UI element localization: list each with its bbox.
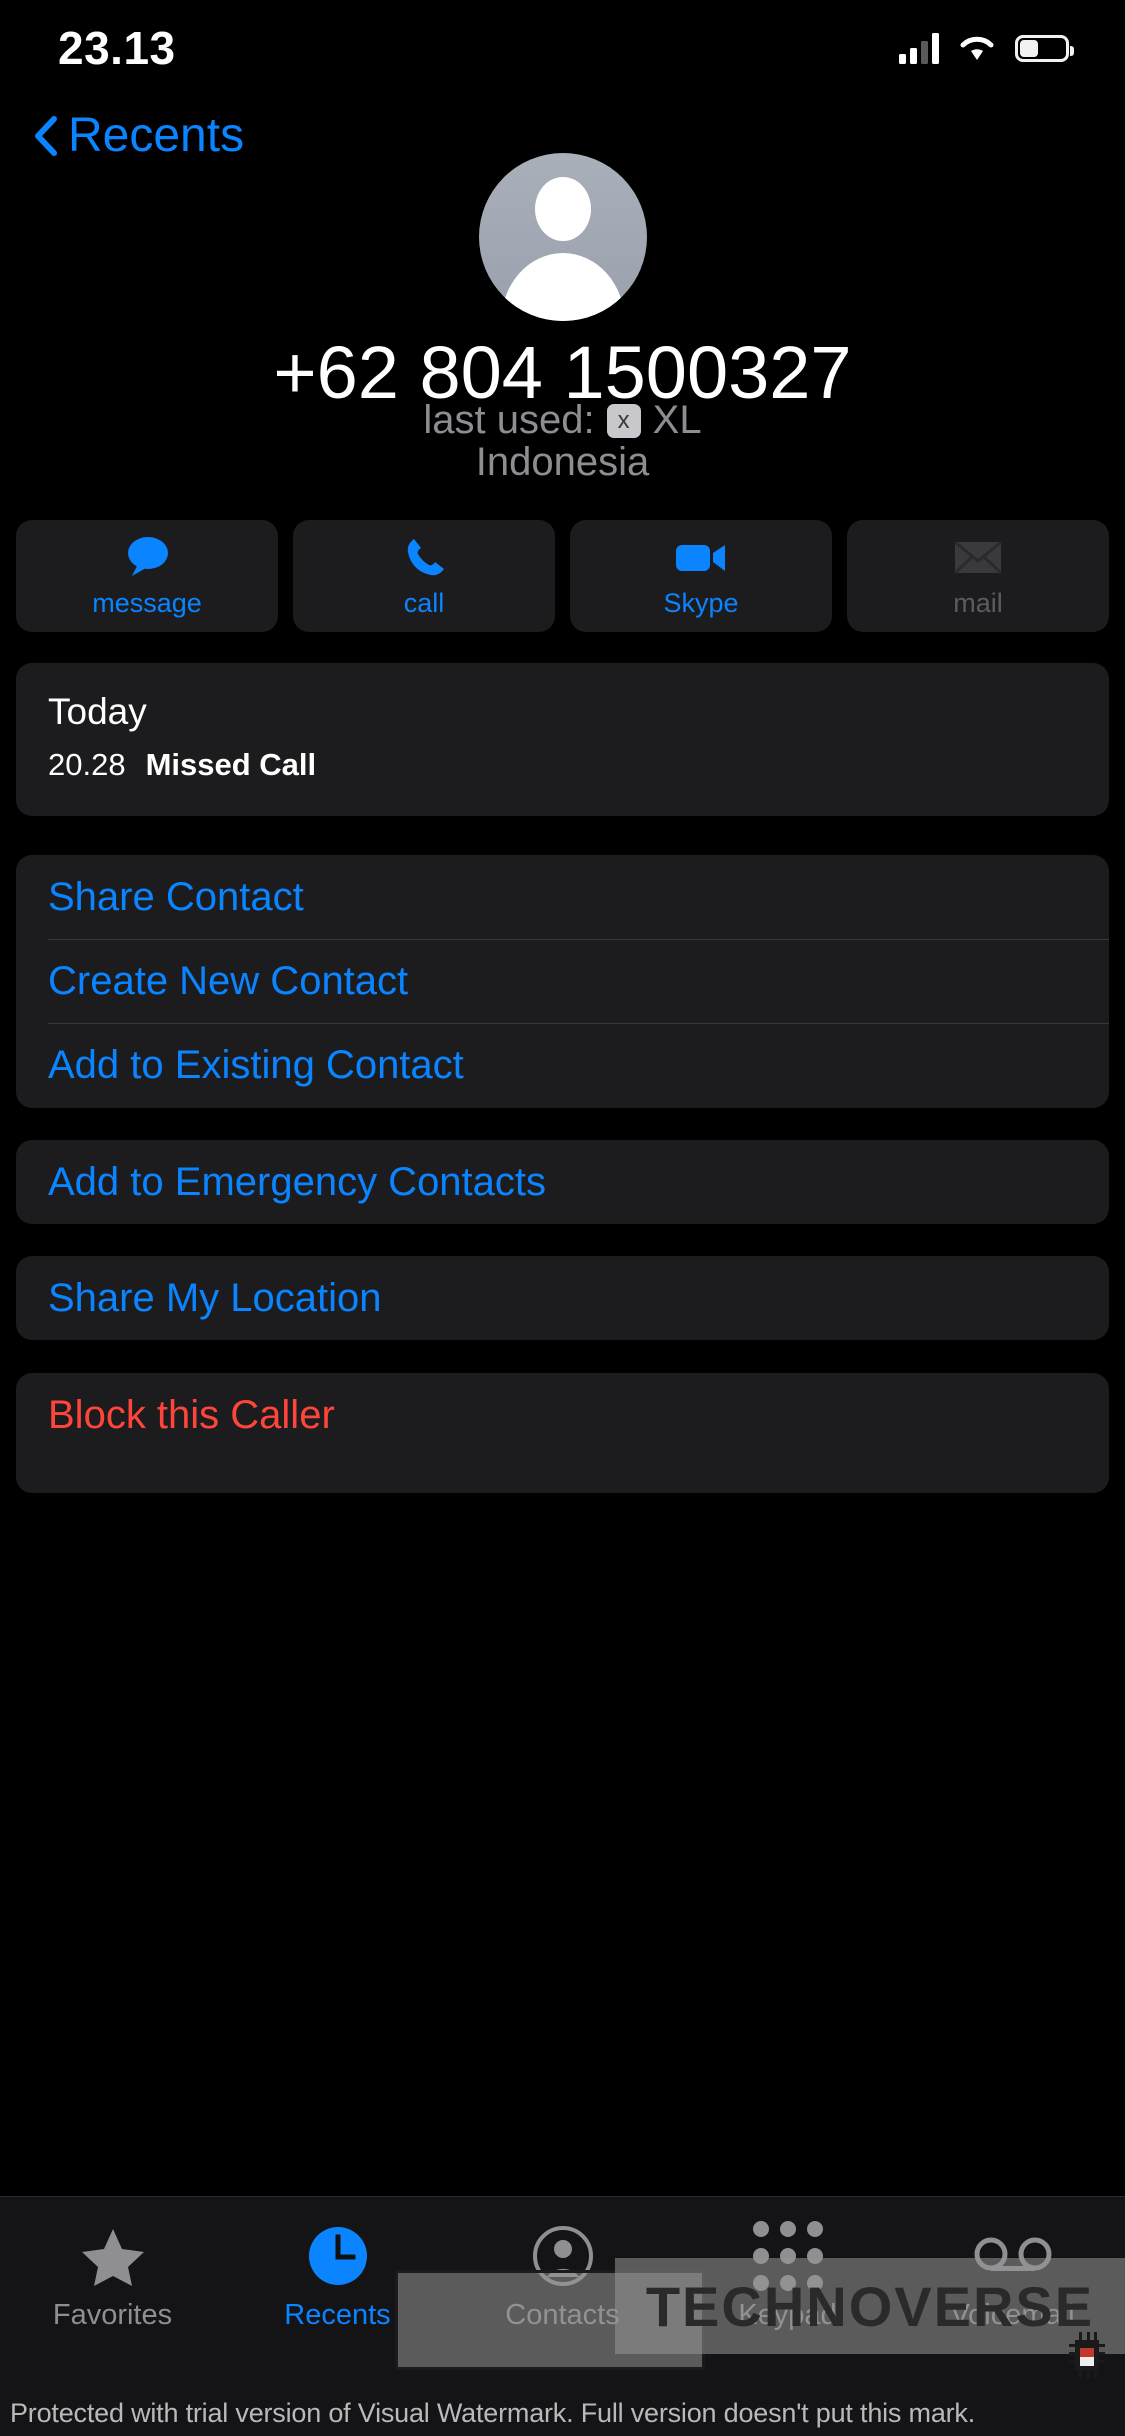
quick-actions-row: message call Skype mail <box>16 520 1109 632</box>
add-to-existing-contact-row[interactable]: Add to Existing Contact <box>16 1023 1109 1107</box>
tab-keypad-label: Keypad <box>738 2299 837 2331</box>
emergency-contacts-card: Add to Emergency Contacts <box>16 1140 1109 1224</box>
star-icon <box>81 2223 144 2289</box>
mail-button: mail <box>847 520 1109 632</box>
person-circle-icon <box>532 2223 594 2289</box>
call-button-label: call <box>403 587 445 618</box>
tab-voicemail-label: Voicemail <box>950 2299 1075 2331</box>
avatar-body <box>500 253 625 321</box>
person-placeholder-avatar <box>478 153 647 321</box>
call-history-card: Today 20.28 Missed Call <box>16 663 1109 816</box>
add-to-emergency-contacts-row[interactable]: Add to Emergency Contacts <box>16 1140 1109 1224</box>
skype-button-label: Skype <box>663 587 739 618</box>
voicemail-icon <box>974 2223 1052 2289</box>
keypad-dots-icon <box>752 2221 823 2291</box>
status-bar-time: 23.13 <box>58 22 176 74</box>
tab-bar: Favorites Recents Contacts Keypad Voicem… <box>0 2196 1125 2436</box>
call-history-time: 20.28 <box>48 747 126 782</box>
avatar-head <box>534 177 591 241</box>
last-used-label: last used: <box>423 398 595 442</box>
share-location-card: Share My Location <box>16 1256 1109 1340</box>
carrier-label: XL <box>652 398 702 442</box>
block-caller-card: Block this Caller <box>16 1373 1109 1493</box>
cellular-signal-icon <box>899 32 939 64</box>
wifi-icon <box>957 33 997 63</box>
message-button-label: message <box>92 587 202 618</box>
last-used-line: last used: x XL <box>0 398 1125 443</box>
tab-voicemail[interactable]: Voicemail <box>900 2223 1125 2332</box>
tab-contacts[interactable]: Contacts <box>450 2223 675 2332</box>
sim-badge: x <box>606 403 641 438</box>
tab-favorites[interactable]: Favorites <box>0 2223 225 2332</box>
phone-call-details-screen: 23.13 Recents +62 804 1500327 last used:… <box>0 0 1125 2436</box>
call-history-day: Today <box>48 691 147 732</box>
call-button[interactable]: call <box>293 520 555 632</box>
phone-icon <box>401 534 447 580</box>
message-bubble-icon <box>122 534 172 580</box>
tab-recents-label: Recents <box>284 2299 391 2331</box>
mail-button-label: mail <box>953 587 1003 618</box>
envelope-icon <box>952 534 1004 580</box>
clock-icon <box>307 2223 369 2289</box>
tab-recents[interactable]: Recents <box>225 2223 450 2332</box>
share-contact-row[interactable]: Share Contact <box>16 855 1109 939</box>
battery-icon <box>1015 34 1074 62</box>
tab-favorites-label: Favorites <box>52 2299 173 2331</box>
tab-keypad[interactable]: Keypad <box>675 2221 900 2332</box>
share-my-location-row[interactable]: Share My Location <box>16 1256 1109 1340</box>
tab-contacts-label: Contacts <box>505 2299 620 2331</box>
contact-actions-card: Share Contact Create New Contact Add to … <box>16 855 1109 1108</box>
call-history-type: Missed Call <box>145 747 317 782</box>
status-bar-indicators <box>899 32 1074 64</box>
chevron-left-icon <box>32 115 58 157</box>
message-button[interactable]: message <box>16 520 278 632</box>
skype-video-button[interactable]: Skype <box>570 520 832 632</box>
block-this-caller-row[interactable]: Block this Caller <box>16 1373 1109 1457</box>
call-history-entry: 20.28 Missed Call <box>48 747 1077 783</box>
avatar-container <box>0 153 1125 321</box>
video-camera-icon <box>673 534 729 580</box>
create-new-contact-row[interactable]: Create New Contact <box>16 939 1109 1023</box>
country-label: Indonesia <box>475 440 650 484</box>
status-bar: 23.13 <box>0 0 1125 96</box>
